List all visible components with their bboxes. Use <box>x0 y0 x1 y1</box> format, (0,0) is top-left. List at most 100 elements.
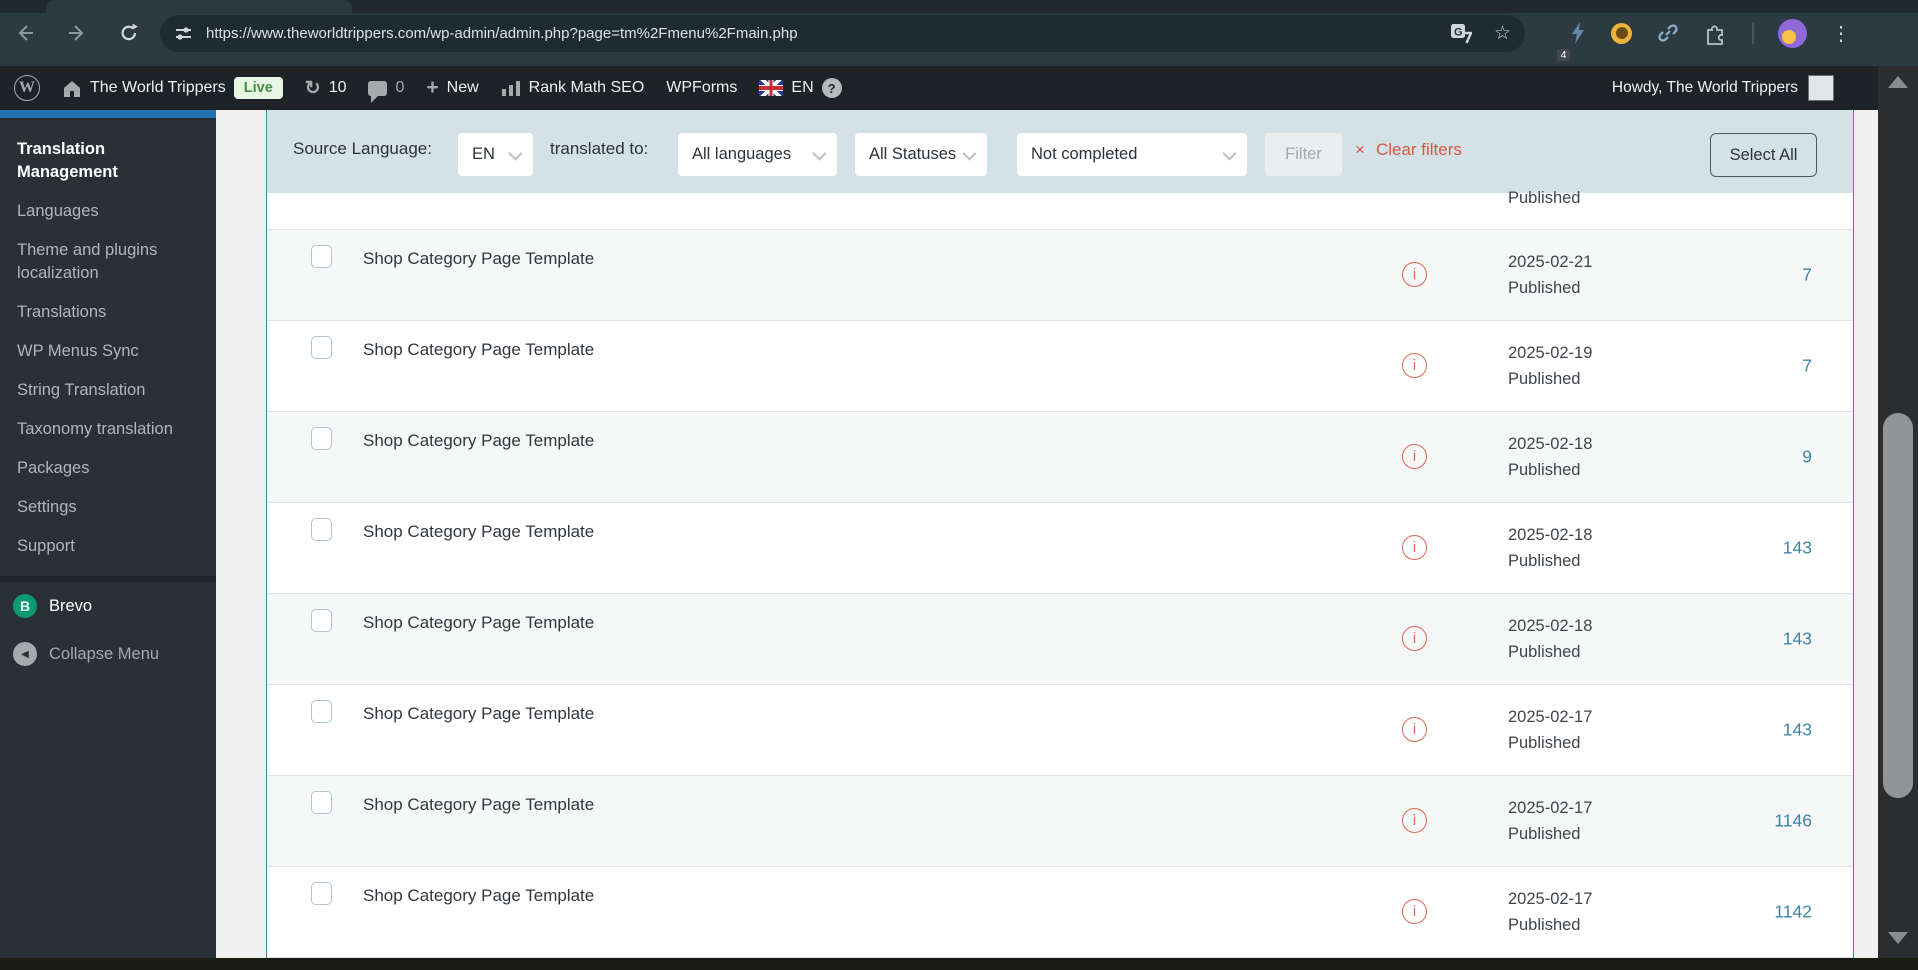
table-row: Shop Category Page Template i 2025-02-17… <box>267 685 1853 776</box>
row-date: 2025-02-17 <box>1508 795 1592 821</box>
language-switcher[interactable]: EN ? <box>759 78 841 98</box>
filter-button[interactable]: Filter <box>1265 133 1342 176</box>
svg-text:G: G <box>1454 26 1463 38</box>
table-row: Shop Category Page Template i 2025-02-18… <box>267 594 1853 685</box>
word-count-link[interactable]: 143 <box>1712 538 1812 559</box>
row-checkbox[interactable] <box>311 336 332 359</box>
info-icon[interactable]: i <box>1402 262 1427 287</box>
extension-lightning-icon[interactable] <box>1569 21 1587 45</box>
info-icon[interactable]: i <box>1402 353 1427 378</box>
row-title: Shop Category Page Template <box>363 613 594 633</box>
active-tab[interactable] <box>46 0 352 13</box>
rank-math-link[interactable]: Rank Math SEO <box>501 79 645 97</box>
translate-icon[interactable]: G <box>1450 23 1472 45</box>
new-content-link[interactable]: + New <box>426 76 478 100</box>
user-avatar <box>1808 75 1834 101</box>
sidebar-item-packages[interactable]: Packages <box>0 449 216 488</box>
row-date: 2025-02-18 <box>1508 431 1592 457</box>
scroll-down-arrow-icon[interactable] <box>1888 932 1908 944</box>
browser-menu-icon[interactable]: ⋮ <box>1831 21 1851 46</box>
sidebar-item-wp-menus-sync[interactable]: WP Menus Sync <box>0 332 216 371</box>
partial-table-row: Published <box>267 193 1853 230</box>
row-checkbox[interactable] <box>311 427 332 450</box>
sidebar-item-string-translation[interactable]: String Translation <box>0 371 216 410</box>
info-icon[interactable]: i <box>1402 899 1427 924</box>
word-count-link[interactable]: 143 <box>1712 629 1812 650</box>
row-title: Shop Category Page Template <box>363 795 594 815</box>
row-checkbox[interactable] <box>311 791 332 814</box>
row-checkbox[interactable] <box>311 245 332 268</box>
row-date: 2025-02-18 <box>1508 522 1592 548</box>
row-date: 2025-02-19 <box>1508 340 1592 366</box>
bookmark-star-icon[interactable]: ☆ <box>1494 22 1511 45</box>
back-button[interactable] <box>8 16 42 50</box>
word-count-link[interactable]: 7 <box>1712 356 1812 377</box>
row-checkbox[interactable] <box>311 518 332 541</box>
row-date: 2025-02-17 <box>1508 704 1592 730</box>
clear-filters-link[interactable]: × Clear filters <box>1355 140 1462 160</box>
comments-icon <box>368 81 387 96</box>
comments-link[interactable]: 0 <box>368 79 404 97</box>
row-checkbox[interactable] <box>311 882 332 905</box>
row-checkbox[interactable] <box>311 609 332 632</box>
sidebar-item-theme-and-plugins-localization[interactable]: Theme and plugins localization <box>0 231 216 293</box>
row-checkbox[interactable] <box>311 700 332 723</box>
updates-link[interactable]: ↻ 10 <box>305 77 347 100</box>
url-bar[interactable]: https://www.theworldtrippers.com/wp-admi… <box>160 15 1525 52</box>
row-title: Shop Category Page Template <box>363 340 594 360</box>
sidebar-item-support[interactable]: Support <box>0 527 216 566</box>
completion-select[interactable]: Not completed <box>1017 133 1247 176</box>
wordpress-logo-icon[interactable]: W <box>14 75 40 101</box>
sidebar-item-brevo[interactable]: B Brevo <box>0 582 216 630</box>
select-all-button[interactable]: Select All <box>1710 133 1817 177</box>
chevron-down-icon <box>812 146 826 160</box>
source-language-select[interactable]: EN <box>458 133 533 176</box>
sidebar-item-translation-management[interactable]: Translation Management <box>0 130 216 192</box>
sidebar-item-settings[interactable]: Settings <box>0 488 216 527</box>
profile-avatar[interactable] <box>1778 19 1807 48</box>
row-status: Published <box>1508 457 1592 483</box>
info-icon[interactable]: i <box>1402 535 1427 560</box>
word-count-link[interactable]: 9 <box>1712 447 1812 468</box>
row-date: 2025-02-18 <box>1508 613 1592 639</box>
word-count-link[interactable]: 1146 <box>1712 811 1812 832</box>
wpml-submenu: Translation ManagementLanguagesTheme and… <box>0 118 216 572</box>
chevron-down-icon <box>508 146 522 160</box>
info-icon[interactable]: i <box>1402 444 1427 469</box>
info-icon[interactable]: i <box>1402 717 1427 742</box>
brevo-icon: B <box>13 594 37 618</box>
row-title: Shop Category Page Template <box>363 249 594 269</box>
url-text[interactable]: https://www.theworldtrippers.com/wp-admi… <box>206 25 798 42</box>
word-count-link[interactable]: 7 <box>1712 265 1812 286</box>
status-select[interactable]: All Statuses <box>855 133 987 176</box>
translated-to-select[interactable]: All languages <box>678 133 837 176</box>
page-scrollbar[interactable] <box>1878 66 1918 958</box>
site-link[interactable]: The World Trippers Live <box>62 77 283 99</box>
sidebar-item-taxonomy-translation[interactable]: Taxonomy translation <box>0 410 216 449</box>
word-count-link[interactable]: 1142 <box>1712 902 1812 923</box>
word-count-link[interactable]: 143 <box>1712 720 1812 741</box>
wpforms-link[interactable]: WPForms <box>666 79 737 97</box>
info-icon[interactable]: i <box>1402 808 1427 833</box>
info-icon[interactable]: i <box>1402 626 1427 651</box>
chevron-down-icon <box>1222 146 1236 160</box>
sidebar-item-translations[interactable]: Translations <box>0 293 216 332</box>
table-row: Shop Category Page Template i 2025-02-18… <box>267 412 1853 503</box>
howdy-account-link[interactable]: Howdy, The World Trippers <box>1612 75 1834 101</box>
reload-button[interactable] <box>112 16 146 50</box>
extension-yellow-icon[interactable] <box>1611 23 1632 44</box>
forward-button[interactable] <box>60 16 94 50</box>
help-icon[interactable]: ? <box>822 78 842 98</box>
row-status: Published <box>1508 275 1592 301</box>
scrollbar-thumb[interactable] <box>1883 413 1913 798</box>
collapse-menu-button[interactable]: ◀ Collapse Menu <box>0 630 216 678</box>
admin-sidebar: Translation ManagementLanguagesTheme and… <box>0 110 216 958</box>
scroll-up-arrow-icon[interactable] <box>1888 76 1908 88</box>
sidebar-item-languages[interactable]: Languages <box>0 192 216 231</box>
extension-link-icon[interactable] <box>1656 21 1680 45</box>
row-title: Shop Category Page Template <box>363 522 594 542</box>
uk-flag-icon <box>759 80 783 96</box>
extensions-puzzle-icon[interactable] <box>1704 21 1728 45</box>
updates-icon: ↻ <box>305 77 321 100</box>
site-settings-icon[interactable] <box>174 24 193 43</box>
